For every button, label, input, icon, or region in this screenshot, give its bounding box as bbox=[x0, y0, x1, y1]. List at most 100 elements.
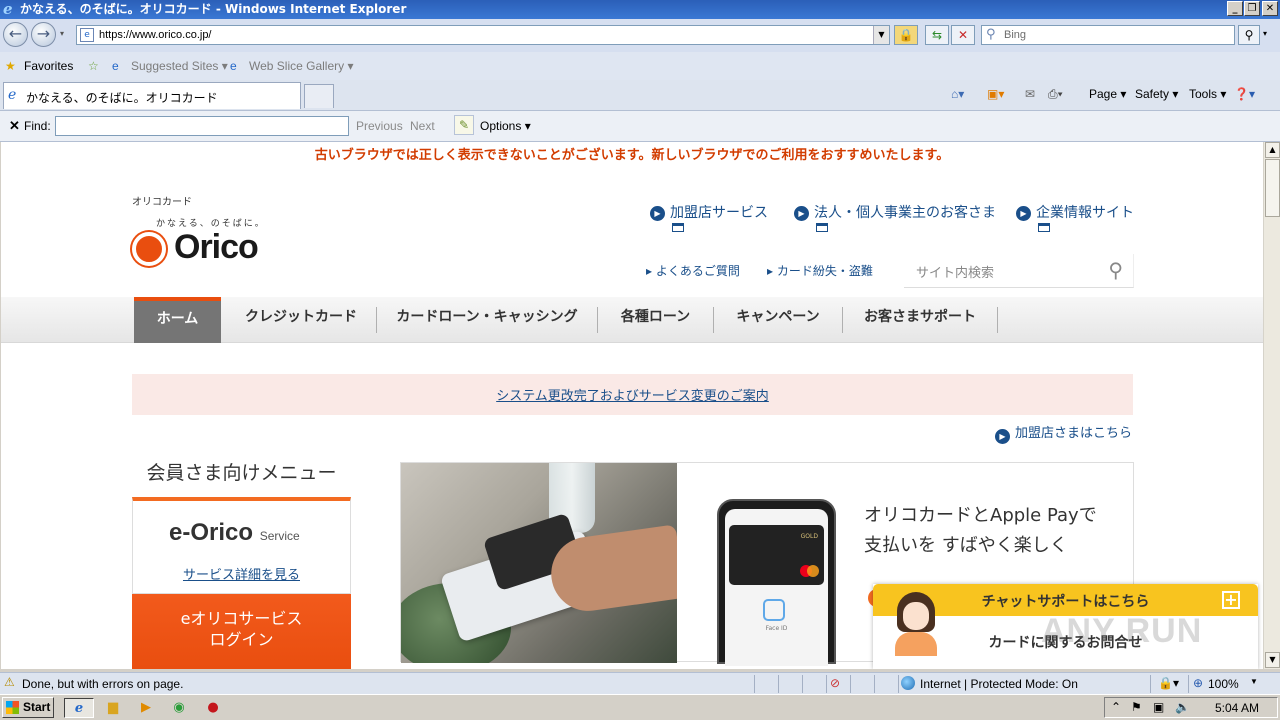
nav-divider bbox=[997, 307, 998, 333]
window-title: かなえる、のそばに。オリコカード - Windows Internet Expl… bbox=[20, 2, 407, 16]
address-url[interactable]: https://www.orico.co.jp/ bbox=[99, 29, 212, 41]
volume-tray-icon[interactable]: 🔈 bbox=[1175, 700, 1190, 714]
favorites-button[interactable]: Favorites bbox=[24, 59, 73, 73]
avatar-face-shape bbox=[903, 602, 929, 630]
new-tab-button[interactable] bbox=[304, 84, 334, 108]
nav-campaign[interactable]: キャンペーン bbox=[714, 297, 842, 343]
faq-link[interactable]: ▸ よくあるご質問 bbox=[646, 262, 740, 279]
system-update-notice-link[interactable]: システム更改完了およびサービス変更のご案内 bbox=[132, 385, 1133, 404]
status-bar: ⚠ Done, but with errors on page. ⊘ Inter… bbox=[0, 672, 1280, 694]
tray-expand-icon[interactable]: ⌃ bbox=[1111, 700, 1121, 714]
orico-logo-text[interactable]: Orico bbox=[174, 228, 259, 267]
orico-logo-icon[interactable] bbox=[132, 232, 166, 266]
vertical-scrollbar[interactable]: ▲ ▼ bbox=[1263, 142, 1280, 669]
company-info-label: 企業情報サイト bbox=[1036, 205, 1134, 221]
security-zone[interactable]: Internet | Protected Mode: On bbox=[920, 677, 1078, 691]
refresh-button[interactable]: ⇆ bbox=[925, 25, 949, 45]
scroll-thumb[interactable] bbox=[1265, 159, 1280, 217]
add-favorites-icon[interactable]: ☆ bbox=[88, 59, 99, 73]
flag-tray-icon[interactable]: ⚑ bbox=[1131, 700, 1142, 714]
web-slice-gallery-link[interactable]: Web Slice Gallery ▾ bbox=[249, 59, 354, 73]
company-info-link[interactable]: ▶ 企業情報サイト bbox=[1016, 202, 1134, 232]
merchant-services-link[interactable]: ▶ 加盟店サービス bbox=[650, 202, 768, 232]
scroll-down-icon[interactable]: ▼ bbox=[1265, 652, 1280, 668]
global-nav: ホーム クレジットカード カードローン・キャッシング 各種ローン キャンペーン … bbox=[1, 297, 1263, 343]
zoom-icon[interactable]: ⊕ bbox=[1193, 676, 1203, 690]
merchant-here-link[interactable]: ▶ 加盟店さまはこちら bbox=[995, 422, 1132, 444]
status-divider bbox=[754, 675, 755, 693]
status-divider bbox=[850, 675, 851, 693]
windows-logo-icon bbox=[6, 701, 19, 714]
find-next-button[interactable]: Next bbox=[410, 119, 435, 133]
chrome-taskbar-icon[interactable]: ◉ bbox=[167, 698, 191, 718]
error-warning-icon[interactable]: ⚠ bbox=[4, 676, 18, 689]
find-previous-button[interactable]: Previous bbox=[356, 119, 403, 133]
protected-mode-icon[interactable]: 🔒▾ bbox=[1158, 676, 1179, 690]
close-find-icon[interactable]: ✕ bbox=[9, 118, 20, 134]
start-button[interactable]: Start bbox=[2, 697, 54, 718]
status-divider bbox=[1150, 675, 1151, 693]
internet-zone-icon bbox=[901, 676, 915, 690]
tab-orico[interactable]: e かなえる、のそばに。オリコカード bbox=[3, 82, 301, 109]
nav-loans[interactable]: 各種ローン bbox=[598, 297, 713, 343]
nav-home[interactable]: ホーム bbox=[134, 297, 221, 343]
status-message[interactable]: Done, but with errors on page. bbox=[22, 677, 183, 691]
scroll-up-icon[interactable]: ▲ bbox=[1265, 142, 1280, 158]
page-menu[interactable]: Page ▾ bbox=[1089, 87, 1126, 101]
card-loss-link[interactable]: ▸ カード紛失・盗難 bbox=[767, 262, 873, 279]
site-search-icon[interactable]: ⚲ bbox=[1108, 258, 1123, 282]
nav-card-loan[interactable]: カードローン・キャッシング bbox=[377, 297, 597, 343]
restore-button[interactable]: ❐ bbox=[1244, 1, 1260, 16]
address-field[interactable]: e https://www.orico.co.jp/ ▼ bbox=[76, 25, 890, 45]
nav-credit-card[interactable]: クレジットカード bbox=[226, 297, 376, 343]
print-icon[interactable]: ⎙▾ bbox=[1048, 87, 1063, 102]
status-divider bbox=[826, 675, 827, 693]
back-button[interactable]: ← bbox=[3, 22, 28, 47]
history-dropdown-icon[interactable]: ▾ bbox=[60, 29, 64, 38]
ie-taskbar-icon[interactable]: e bbox=[64, 698, 94, 718]
arrow-circle-icon: ▶ bbox=[794, 206, 809, 221]
search-input[interactable]: ⚲ Bing bbox=[981, 25, 1235, 45]
nav-support[interactable]: お客さまサポート bbox=[843, 297, 997, 343]
suggested-sites-link[interactable]: Suggested Sites ▾ bbox=[131, 59, 228, 73]
mail-icon[interactable]: ✉ bbox=[1025, 87, 1035, 101]
chat-expand-icon[interactable]: + bbox=[1222, 591, 1240, 609]
eorico-service-label: Service bbox=[259, 529, 300, 543]
highlight-icon[interactable]: ✎ bbox=[454, 115, 474, 135]
arrow-circle-icon: ▶ bbox=[995, 429, 1010, 444]
eorico-details-link[interactable]: サービス詳細を見る bbox=[133, 564, 350, 583]
tools-menu[interactable]: Tools ▾ bbox=[1189, 87, 1226, 101]
merchant-here-label: 加盟店さまはこちら bbox=[1015, 426, 1133, 441]
page-viewport: 古いブラウザでは正しく表示できないことがございます。新しいブラウザでのご利用をお… bbox=[1, 142, 1263, 669]
find-options-menu[interactable]: Options ▾ bbox=[480, 119, 531, 133]
banner-photo bbox=[401, 463, 677, 663]
login-line1: eオリコサービス bbox=[180, 609, 303, 628]
help-icon[interactable]: ❓▾ bbox=[1234, 87, 1255, 101]
search-icon: ⚲ bbox=[986, 27, 996, 42]
zoom-level[interactable]: 100% bbox=[1208, 677, 1239, 691]
address-dropdown-icon[interactable]: ▼ bbox=[873, 26, 889, 44]
lock-icon[interactable]: 🔒 bbox=[894, 25, 918, 45]
zoom-dropdown-icon[interactable]: ▼ bbox=[1250, 677, 1258, 686]
banner-line2: 支払いを すばやく楽しく bbox=[864, 535, 1068, 556]
network-tray-icon[interactable]: ▣ bbox=[1153, 700, 1164, 714]
feeds-icon[interactable]: ▣▾ bbox=[987, 87, 1004, 101]
explorer-taskbar-icon[interactable]: ▆ bbox=[101, 698, 125, 718]
search-options-icon[interactable]: ▾ bbox=[1263, 29, 1267, 38]
eorico-login-button[interactable]: eオリコサービス ログイン bbox=[132, 594, 351, 669]
popup-blocker-icon[interactable]: ⊘ bbox=[830, 676, 840, 690]
home-icon[interactable]: ⌂▾ bbox=[951, 87, 964, 101]
safety-menu[interactable]: Safety ▾ bbox=[1135, 87, 1178, 101]
forward-button[interactable]: → bbox=[31, 22, 56, 47]
minimize-button[interactable]: _ bbox=[1227, 1, 1243, 16]
corporate-customers-link[interactable]: ▶ 法人・個人事業主のお客さま bbox=[794, 202, 996, 232]
favorites-bar: ★ Favorites ☆ e Suggested Sites ▾ e Web … bbox=[0, 52, 1280, 80]
close-window-button[interactable]: ✕ bbox=[1262, 1, 1278, 16]
find-input[interactable] bbox=[55, 116, 349, 136]
antivirus-taskbar-icon[interactable]: ● bbox=[201, 698, 225, 718]
stop-button[interactable]: ✕ bbox=[951, 25, 975, 45]
media-player-taskbar-icon[interactable]: ▶ bbox=[134, 698, 158, 718]
site-search-input[interactable]: サイト内検索 ⚲ bbox=[904, 254, 1134, 288]
clock[interactable]: 5:04 AM bbox=[1215, 701, 1259, 715]
search-go-button[interactable]: ⚲ bbox=[1238, 25, 1260, 45]
